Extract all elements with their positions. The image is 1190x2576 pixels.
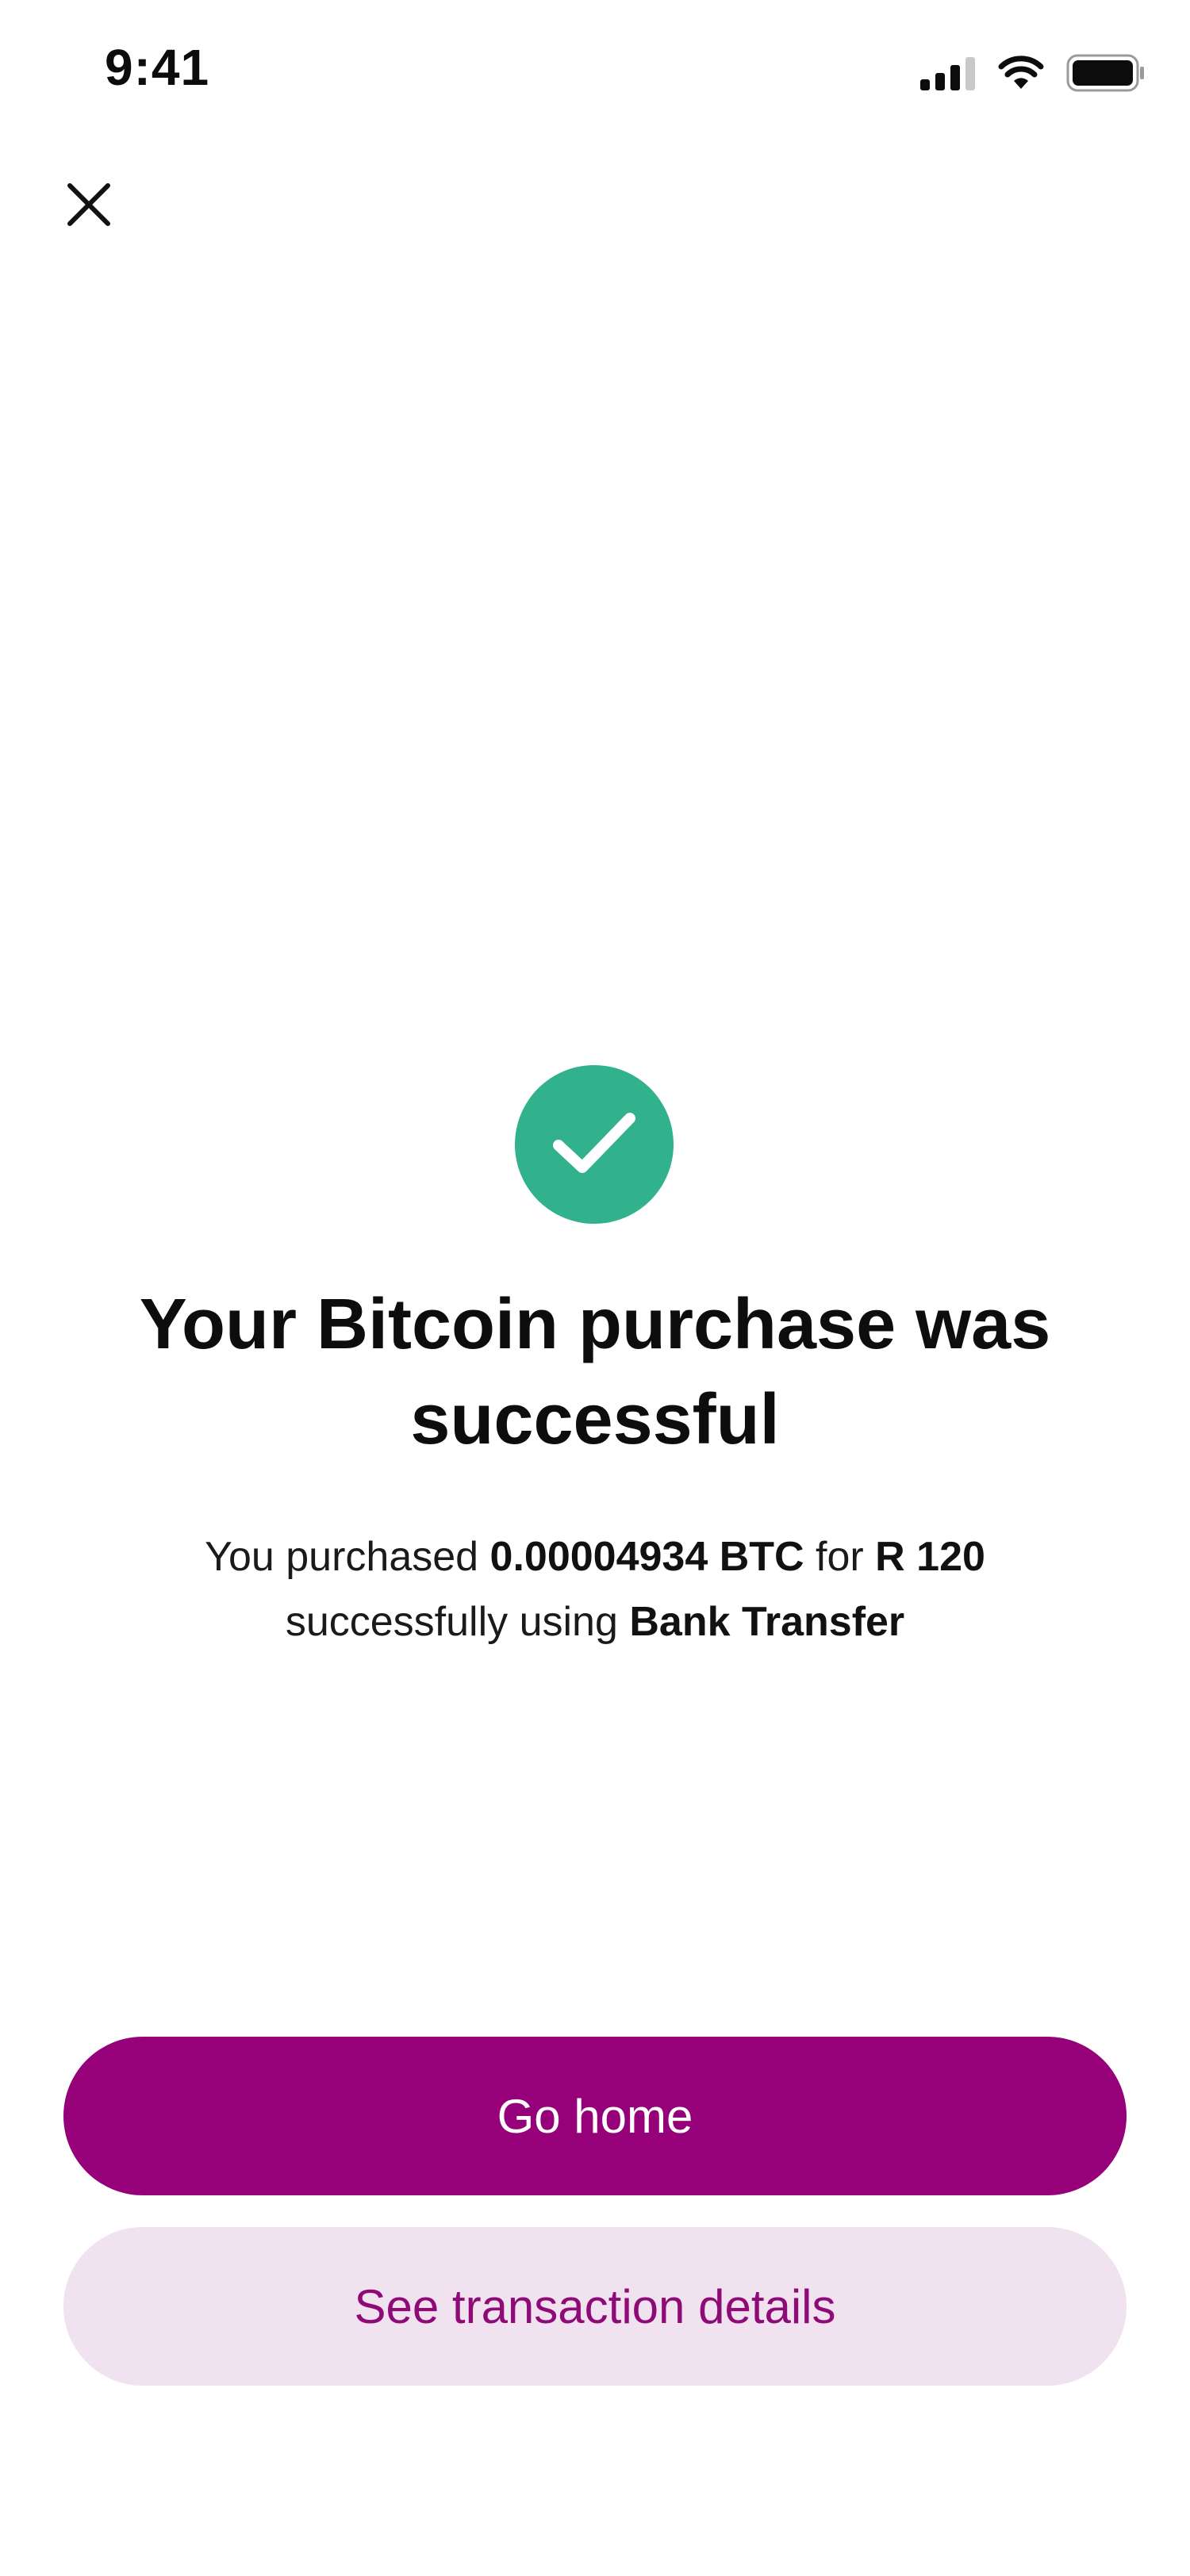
success-title: Your Bitcoin purchase was successful xyxy=(139,1285,1051,1459)
see-transaction-details-button[interactable]: See transaction details xyxy=(63,2227,1127,2386)
close-button[interactable] xyxy=(57,174,121,238)
message-using: successfully using xyxy=(285,1599,630,1645)
status-bar: 9:41 xyxy=(0,0,1190,143)
go-home-button[interactable]: Go home xyxy=(63,2037,1127,2195)
message-prefix: You purchased xyxy=(205,1534,490,1580)
battery-icon xyxy=(1066,54,1146,92)
close-icon xyxy=(67,182,111,231)
payment-method: Bank Transfer xyxy=(629,1599,905,1645)
checkmark-icon xyxy=(551,1107,638,1183)
price-amount: R 120 xyxy=(875,1534,985,1580)
success-message: You purchased 0.00004934 BTC for R 120 s… xyxy=(159,1524,1031,1654)
success-badge xyxy=(515,1065,674,1224)
status-icons xyxy=(920,54,1146,92)
status-time: 9:41 xyxy=(105,39,210,96)
btc-amount: 0.00004934 BTC xyxy=(489,1534,804,1580)
message-for: for xyxy=(804,1534,876,1580)
wifi-icon xyxy=(998,56,1044,90)
cellular-signal-icon xyxy=(920,56,976,90)
